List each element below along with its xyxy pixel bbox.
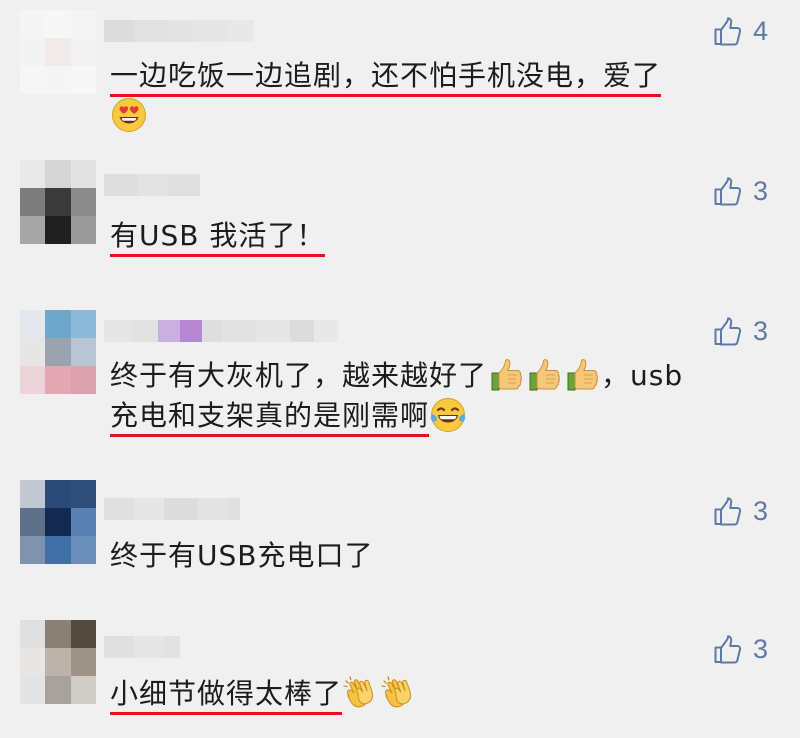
username[interactable] [104,174,200,196]
thumbs-up-outline-icon [713,177,743,207]
avatar[interactable] [20,10,96,94]
thumbs-up-outline-icon [713,635,743,665]
username[interactable] [104,20,254,42]
like-button[interactable]: 3 [713,496,768,527]
thumbs-up-emoji [564,357,600,393]
like-button[interactable]: 4 [713,16,768,47]
avatar[interactable] [20,620,96,704]
comment-line: 小细节做得太棒了 [110,677,343,715]
comment-text: 一边吃饭一边追剧，还不怕手机没电，爱了 [110,56,760,136]
comment-text: 终于有大灰机了，越来越好了 ，usb 充电和支架真的是刚需啊 [110,356,760,437]
username[interactable] [104,636,180,658]
thumbs-up-outline-icon [713,497,743,527]
username[interactable] [104,498,240,520]
comment-text: 小细节做得太棒了 [110,674,760,715]
thumbs-up-emoji [488,357,524,393]
like-count: 3 [752,496,768,526]
comment-line: 充电和支架真的是刚需啊 [110,399,430,437]
comment-line-tail: ，usb [601,359,684,392]
comment-text: 有USB 我活了！ [110,216,760,257]
like-count: 3 [752,316,768,346]
like-button[interactable]: 3 [713,176,768,207]
comment-line: 终于有USB充电口了 [110,539,374,572]
username[interactable] [104,320,338,342]
clapping-hands-emoji [343,675,379,711]
thumbs-up-outline-icon [713,17,743,47]
comment-line: 终于有大灰机了，越来越好了 [110,359,488,392]
like-count: 4 [752,16,768,46]
tears-of-joy-emoji [430,397,466,433]
comment-line: 一边吃饭一边追剧，还不怕手机没电，爱了 [110,59,662,97]
thumbs-up-emoji [526,357,562,393]
avatar[interactable] [20,310,96,394]
comment-text: 终于有USB充电口了 [110,536,760,576]
avatar[interactable] [20,160,96,244]
like-button[interactable]: 3 [713,634,768,665]
clapping-hands-emoji [381,675,417,711]
thumbs-up-outline-icon [713,317,743,347]
heart-eyes-emoji [111,97,147,133]
comment-feed: 4 一边吃饭一边追剧，还不怕手机没电，爱了 3 有USB 我活了！ 3 终于有大… [0,0,800,738]
avatar[interactable] [20,480,96,564]
like-button[interactable]: 3 [713,316,768,347]
like-count: 3 [752,176,768,206]
comment-line: 有USB 我活了！ [110,219,326,257]
like-count: 3 [752,634,768,664]
